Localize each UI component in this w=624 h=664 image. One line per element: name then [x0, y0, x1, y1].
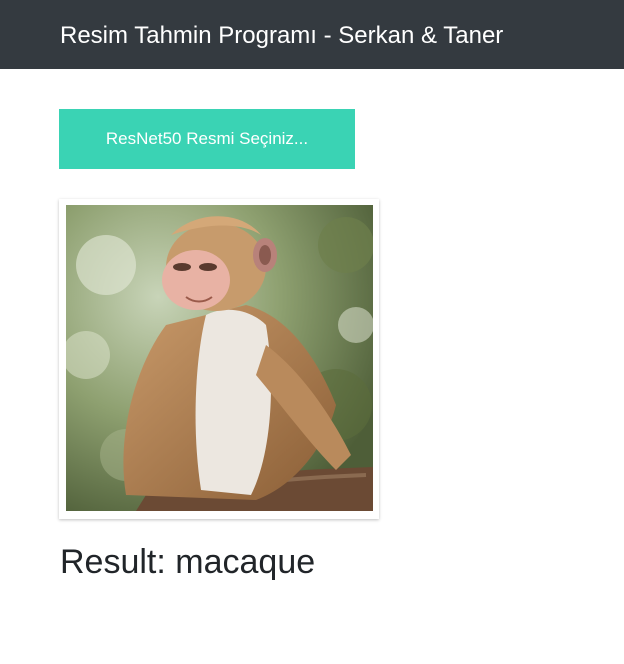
- select-image-button[interactable]: ResNet50 Resmi Seçiniz...: [59, 109, 355, 169]
- app-title[interactable]: Resim Tahmin Programı - Serkan & Taner: [60, 20, 503, 52]
- navbar: Resim Tahmin Programı - Serkan & Taner: [0, 0, 624, 69]
- image-preview: [59, 199, 379, 519]
- result-text: Result: macaque: [60, 543, 316, 581]
- macaque-photo: [66, 205, 373, 511]
